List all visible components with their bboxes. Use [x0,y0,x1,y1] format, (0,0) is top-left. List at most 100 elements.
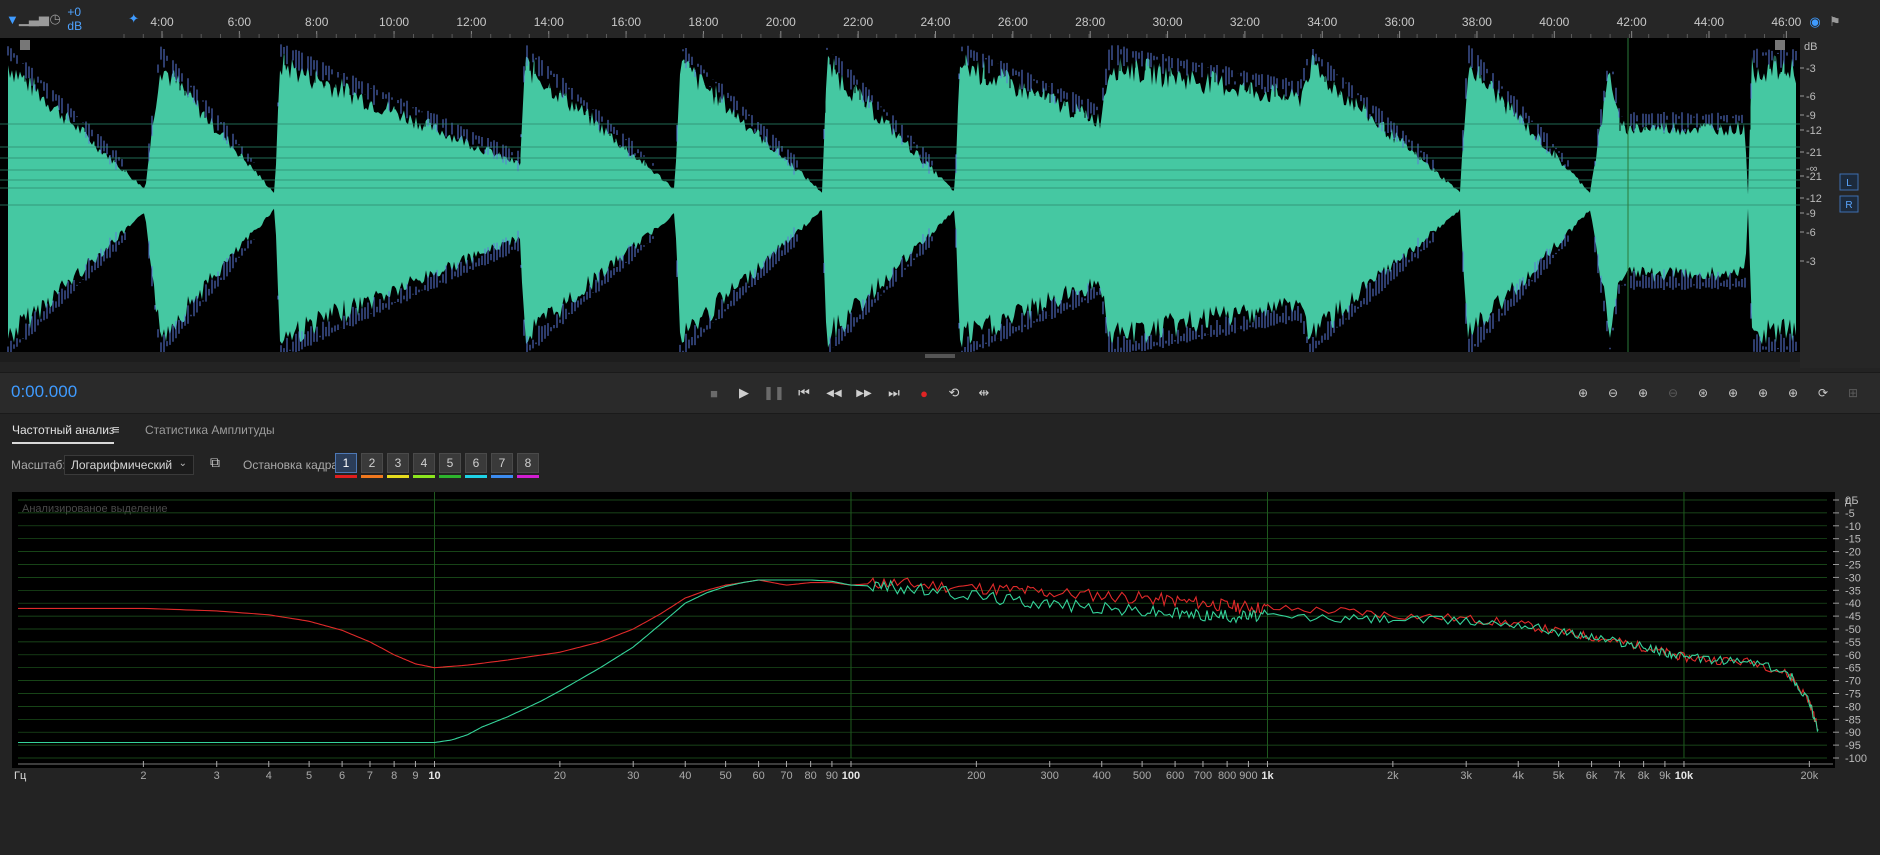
zoom-in-left-icon[interactable]: ⊕ [1721,383,1745,403]
play-icon[interactable]: ▶ [733,383,755,403]
x-tick-label: 7 [367,770,373,782]
zoom-in-time-icon[interactable]: ⊕ [1631,383,1655,403]
loop-icon[interactable]: ⟲ [943,383,965,403]
zoom-in-right-icon[interactable]: ⊕ [1751,383,1775,403]
db-tick-label: -9 [1806,208,1816,220]
marker-icon[interactable]: ⚑ [1826,13,1844,31]
monitor-icon[interactable]: ◉ [1806,13,1824,31]
pause-icon[interactable]: ❚❚ [763,383,785,403]
x-tick-label: 10 [428,770,440,782]
time-tick-label: 30:00 [1153,15,1183,29]
x-tick-label: 3k [1460,770,1472,782]
chevron-down-icon: ⌄ [178,458,187,469]
skip-end-icon[interactable]: ⏭ [883,383,905,403]
db-tick-label: -12 [1806,125,1822,137]
x-tick-label: 10k [1675,770,1694,782]
x-tick-label: 6k [1586,770,1598,782]
freeze-frame-color [413,475,435,478]
level-meter-icon[interactable]: ▁▃▅ [19,10,49,28]
x-tick-label: 50 [719,770,731,782]
channel-label: R [1845,200,1852,211]
db-tick-label: -3 [1806,63,1816,75]
freeze-frame-button-6[interactable]: 6 [465,453,487,473]
tab-amplitude-statistics[interactable]: Статистика Амплитуды [145,423,275,437]
y-tick-label: -70 [1845,676,1861,688]
time-tick-label: 22:00 [843,15,873,29]
skip-selection-icon[interactable]: ⇹ [973,383,995,403]
y-tick-label: -95 [1845,740,1861,752]
x-tick-label: 90 [826,770,838,782]
tab-frequency-analysis[interactable]: Частотный анализ [12,423,115,444]
waveform-display[interactable] [0,38,1800,362]
freeze-frame-button-5[interactable]: 5 [439,453,461,473]
ruler-toolbar: ▼ ▁▃▅ ◷ +0 dB ✦ [0,0,140,38]
freeze-frame-button-2[interactable]: 2 [361,453,383,473]
time-tick-label: 46:00 [1771,15,1801,29]
fade-out-handle[interactable] [1775,40,1785,50]
analysis-controls: Масштаб: Логарифмический ⌄ ⧉ Остановка к… [0,448,1880,488]
scale-label: Масштаб: [11,458,66,472]
fade-in-handle[interactable] [20,40,30,50]
zoom-reset-icon[interactable]: ⟳ [1811,383,1835,403]
playhead-icon[interactable]: ▼ [6,10,19,28]
time-tick-label: 18:00 [688,15,718,29]
y-tick-label: -35 [1845,585,1861,597]
timeline-ruler[interactable]: 4:00 6:00 8:00 10:00 12:00 14:00 16:00 18:00 20:… [0,0,1880,38]
time-tick-label: 20:00 [766,15,796,29]
freeze-frame-color [387,475,409,478]
freeze-frame-button-3[interactable]: 3 [387,453,409,473]
freeze-toggle-icon[interactable]: ⧉ [210,454,220,471]
time-tick-label: 4:00 [150,15,174,29]
current-time: 0:00.000 [11,382,78,401]
scale-dropdown[interactable]: Логарифмический ⌄ [64,455,194,475]
x-tick-label: 500 [1133,770,1151,782]
x-tick-label: 2k [1387,770,1399,782]
spectrum-svg: Анализированое выделение0-5-10-15-20-25-… [12,492,1867,782]
time-tick-label: 36:00 [1385,15,1415,29]
skip-start-icon[interactable]: ⏮ [793,383,815,403]
freeze-frame-button-1[interactable]: 1 [335,453,357,473]
horizontal-scrollbar[interactable] [0,352,1800,362]
zoom-track-icon[interactable]: ⊞ [1841,383,1865,403]
volume-knob-icon[interactable]: ◷ [49,10,62,28]
time-tick-label: 16:00 [611,15,641,29]
x-tick-label: 200 [967,770,985,782]
y-tick-label: -90 [1845,727,1861,739]
time-tick-label: 34:00 [1307,15,1337,29]
x-tick-label: 30 [627,770,639,782]
x-tick-label: 20 [554,770,566,782]
freeze-frame-button-4[interactable]: 4 [413,453,435,473]
db-tick-label: -21 [1806,147,1822,159]
stop-icon[interactable]: ■ [703,383,725,403]
scrollbar-thumb[interactable] [925,354,955,358]
record-icon[interactable]: ● [913,383,935,403]
time-tick-label: 26:00 [998,15,1028,29]
y-tick-label: -55 [1845,637,1861,649]
x-tick-label: 100 [842,770,860,782]
freeze-frame-button-8[interactable]: 8 [517,453,539,473]
x-tick-label: 400 [1093,770,1111,782]
scale-value: Логарифмический [71,458,173,472]
zoom-in-amplitude-icon[interactable]: ⊕ [1571,383,1595,403]
x-tick-label: 8 [391,770,397,782]
x-tick-label: 9k [1659,770,1671,782]
rewind-icon[interactable]: ◀◀ [823,383,845,403]
zoom-selection-icon[interactable]: ⊕ [1781,383,1805,403]
zoom-out-amplitude-icon[interactable]: ⊖ [1601,383,1625,403]
freeze-frame-color [491,475,513,478]
x-tick-label: 40 [679,770,691,782]
db-tick-label: -3 [1806,256,1816,268]
freeze-frame-color [361,475,383,478]
y-unit-label: дБ [1845,495,1859,507]
zoom-full-icon[interactable]: ⊛ [1691,383,1715,403]
pin-icon[interactable]: ✦ [127,10,140,28]
panel-menu-icon[interactable]: ≡ [112,422,120,437]
spectrum-chart[interactable]: Анализированое выделение 0 -5 -10 -15 -20 -25-… [12,492,1880,850]
x-tick-label: 800 [1218,770,1236,782]
zoom-out-time-icon[interactable]: ⊖ [1661,383,1685,403]
freeze-frame-button-7[interactable]: 7 [491,453,513,473]
ruler-ticks: 4:00 6:00 8:00 10:00 12:00 14:00 16:00 18:00 20:… [0,0,1880,38]
y-tick-label: -30 [1845,572,1861,584]
gain-value[interactable]: +0 dB [67,5,89,33]
fast-forward-icon[interactable]: ▶▶ [853,383,875,403]
